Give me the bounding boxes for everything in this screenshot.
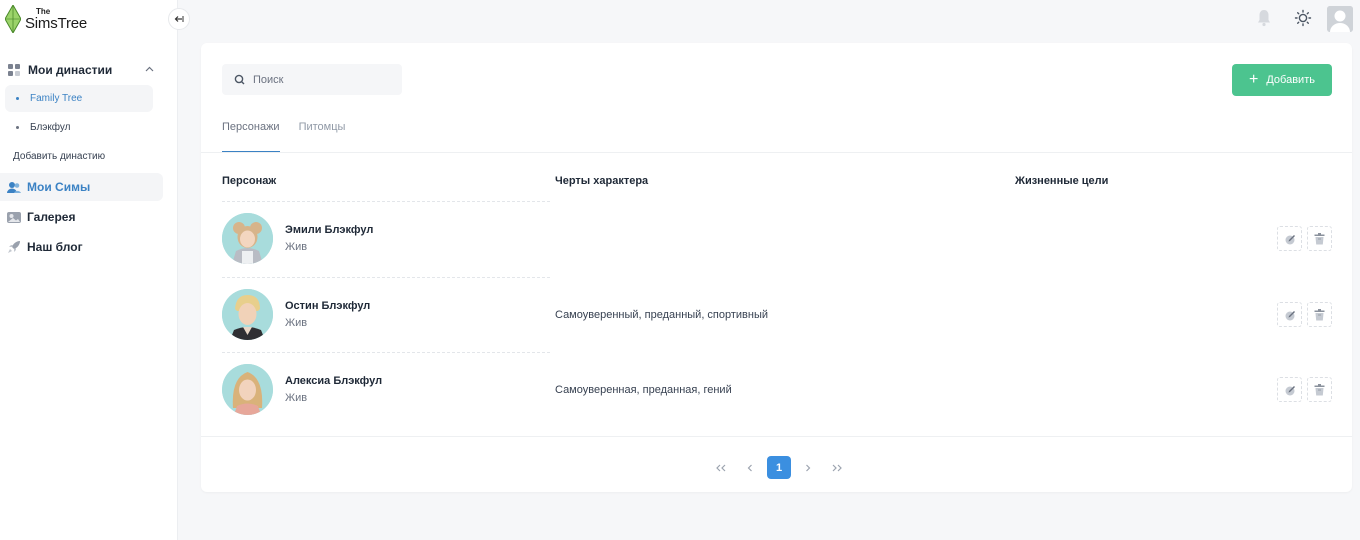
sim-traits: Самоуверенный, преданный, спортивный (555, 309, 769, 321)
sidebar-item-label: Наш блог (27, 240, 83, 254)
arrow-left-icon (174, 16, 184, 22)
last-page-button[interactable] (825, 456, 849, 479)
delete-button[interactable] (1307, 377, 1332, 402)
grid-icon (8, 64, 20, 76)
trash-icon (1314, 232, 1325, 244)
notifications-button[interactable] (1256, 8, 1272, 28)
edit-icon (1285, 310, 1295, 320)
edit-button[interactable] (1277, 226, 1302, 251)
sidebar-item-label: Галерея (27, 210, 76, 224)
search-icon (234, 74, 245, 85)
sidebar-item-my-sims[interactable]: Мои Симы (0, 173, 163, 201)
sidebar-item-label: Блэкфул (30, 122, 71, 133)
table-row: Остин Блэкфул Жив Самоуверенный, преданн… (222, 277, 1332, 353)
tabs-divider (201, 152, 1352, 153)
sidebar-item-label: Мои Симы (27, 180, 91, 194)
add-dynasty-link[interactable]: Добавить династию (0, 141, 178, 171)
pagination: 1 (709, 456, 854, 479)
collapse-sidebar-button[interactable] (168, 8, 190, 30)
users-icon (7, 180, 21, 194)
page-button-current[interactable]: 1 (767, 456, 791, 479)
sim-name: Алексиа Блэкфул (285, 375, 383, 387)
sidebar-group-dynasties[interactable]: Мои династии (0, 58, 178, 82)
sim-avatar[interactable] (222, 289, 273, 340)
prev-page-button[interactable] (738, 456, 762, 479)
tab-characters[interactable]: Персонажи (222, 121, 280, 153)
sim-status: Жив (285, 392, 308, 404)
sim-avatar[interactable] (222, 364, 273, 415)
chevron-up-icon (145, 64, 154, 75)
table-footer-divider (201, 436, 1352, 437)
edit-icon (1285, 234, 1295, 244)
sidebar-item-blackful[interactable]: Блэкфул (5, 114, 153, 141)
sims-card: + Добавить Персонажи Питомцы Персонаж Че… (201, 43, 1352, 492)
sun-icon (1294, 9, 1312, 27)
sim-traits: Самоуверенная, преданная, гений (555, 384, 732, 396)
trash-icon (1314, 383, 1325, 395)
logo[interactable]: The SimsTree (5, 5, 87, 33)
delete-button[interactable] (1307, 226, 1332, 251)
sidebar-item-blog[interactable]: Наш блог (0, 233, 163, 261)
trash-icon (1314, 308, 1325, 320)
search-input[interactable] (253, 73, 393, 86)
user-placeholder-icon (1327, 6, 1353, 32)
delete-button[interactable] (1307, 302, 1332, 327)
table-row: Эмили Блэкфул Жив (222, 201, 1332, 277)
sidebar-group-label: Мои династии (28, 63, 113, 77)
sidebar-item-gallery[interactable]: Галерея (0, 203, 163, 231)
tabs: Персонажи Питомцы (222, 121, 364, 153)
column-header-character: Персонаж (222, 175, 277, 187)
add-button-label: Добавить (1266, 74, 1315, 86)
double-chevron-right-icon (832, 464, 842, 471)
sidebar-item-family-tree[interactable]: Family Tree (5, 85, 153, 112)
add-button[interactable]: + Добавить (1232, 64, 1332, 96)
chevron-right-icon (806, 464, 811, 471)
plus-icon: + (1249, 71, 1259, 88)
logo-name: SimsTree (25, 14, 88, 32)
first-page-button[interactable] (709, 456, 733, 479)
sim-avatar[interactable] (222, 213, 273, 264)
sim-name: Эмили Блэкфул (285, 224, 374, 236)
user-avatar[interactable] (1327, 6, 1353, 32)
column-header-traits: Черты характера (555, 175, 649, 187)
sim-status: Жив (285, 241, 308, 253)
column-header-goals: Жизненные цели (1015, 175, 1109, 187)
table-row: Алексиа Блэкфул Жив Самоуверенная, преда… (222, 352, 1332, 428)
sim-name: Остин Блэкфул (285, 300, 371, 312)
plumbob-icon (5, 5, 21, 33)
rocket-icon (7, 240, 21, 254)
sidebar: The SimsTree Мои династии Family Tree Бл… (0, 0, 178, 540)
edit-button[interactable] (1277, 302, 1302, 327)
edit-button[interactable] (1277, 377, 1302, 402)
next-page-button[interactable] (796, 456, 820, 479)
chevron-left-icon (747, 464, 752, 471)
bullet-icon (16, 126, 19, 129)
search-box[interactable] (222, 64, 402, 95)
theme-toggle-button[interactable] (1294, 8, 1312, 28)
edit-icon (1285, 385, 1295, 395)
sidebar-item-label: Family Tree (30, 93, 83, 104)
double-chevron-left-icon (716, 464, 726, 471)
bell-icon (1258, 10, 1270, 27)
gallery-icon (7, 210, 21, 224)
tab-pets[interactable]: Питомцы (299, 121, 346, 153)
sim-status: Жив (285, 317, 308, 329)
bullet-icon (16, 97, 19, 100)
